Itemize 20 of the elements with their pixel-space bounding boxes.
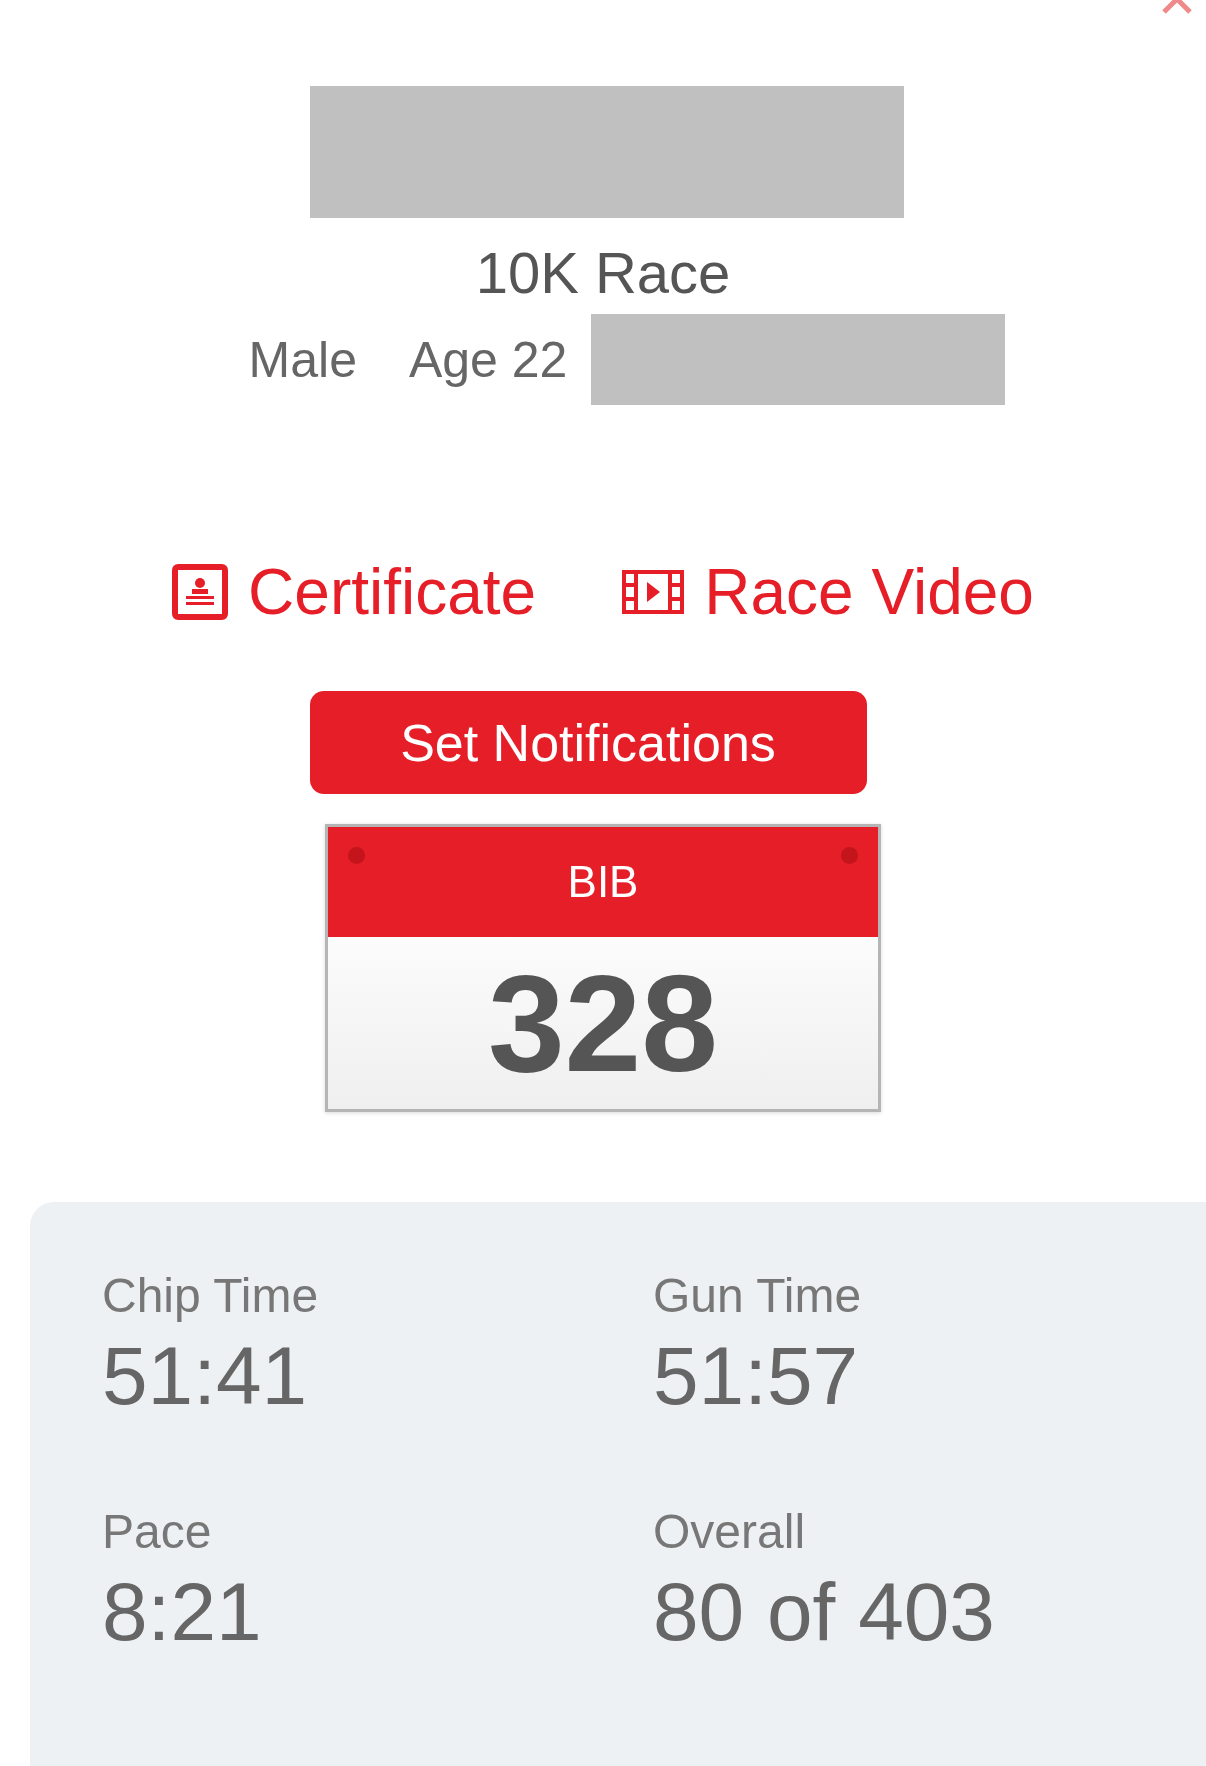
- race-name: 10K Race: [475, 240, 731, 306]
- pin-hole-icon: [348, 847, 365, 864]
- stat-value: 80 of 403: [653, 1565, 996, 1659]
- stat-label: Gun Time: [653, 1268, 863, 1323]
- gender-label: Male: [248, 330, 357, 389]
- certificate-icon: [172, 564, 229, 620]
- pin-hole-icon: [841, 847, 858, 864]
- age-label: Age 22: [408, 330, 568, 389]
- bib-label: BIB: [567, 857, 639, 907]
- film-icon: [622, 570, 685, 614]
- certificate-link[interactable]: Certificate: [248, 555, 537, 629]
- stat-value: 51:57: [653, 1329, 860, 1423]
- race-video-link[interactable]: Race Video: [704, 555, 1034, 629]
- stat-label: Chip Time: [102, 1268, 320, 1323]
- stat-label: Pace: [102, 1504, 213, 1559]
- bib-number: 328: [328, 937, 878, 1109]
- stat-label: Overall: [653, 1504, 807, 1559]
- stat-value: 51:41: [102, 1329, 309, 1423]
- stat-value: 8:21: [102, 1565, 263, 1659]
- set-notifications-button[interactable]: Set Notifications: [309, 691, 867, 794]
